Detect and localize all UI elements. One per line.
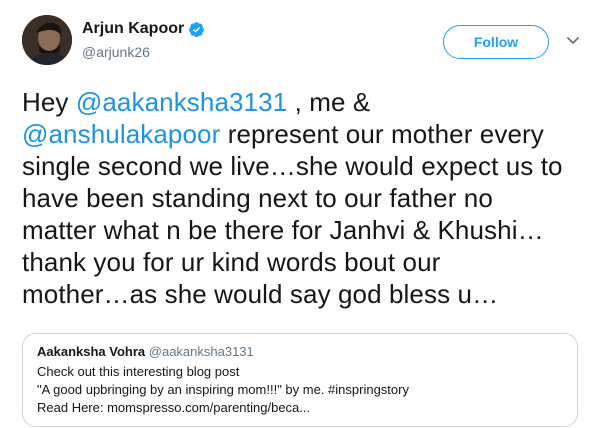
tweet-text-line: mother…as she would say god bless u… (22, 278, 582, 310)
mention-link[interactable]: @anshulakapoor (22, 119, 220, 149)
tweet-text-span: mother…as she would say god bless u… (22, 279, 499, 309)
quoted-author-handle: @aakanksha3131 (148, 344, 254, 359)
avatar[interactable] (22, 15, 72, 65)
tweet-text-line: single second we live…she would expect u… (22, 150, 582, 182)
tweet-text-span: matter what n be there for Janhvi & Khus… (22, 215, 544, 245)
quoted-tweet-line: "A good upbringing by an inspiring mom!!… (37, 382, 409, 397)
tweet-text-span: have been standing next to our father no (22, 183, 493, 213)
tweet: Arjun Kapoor @arjunk26 Follow Hey @aakan… (0, 0, 594, 428)
tweet-text-line: matter what n be there for Janhvi & Khus… (22, 214, 582, 246)
tweet-text-span: Hey (22, 87, 76, 117)
tweet-text-span: single second we live…she would expect u… (22, 151, 563, 181)
author-name[interactable]: Arjun Kapoor (82, 20, 205, 38)
tweet-text-line: @anshulakapoor represent our mother ever… (22, 118, 582, 150)
quoted-tweet-header: Aakanksha Vohra @aakanksha3131 (37, 344, 563, 360)
quoted-tweet-line: Read Here: momspresso.com/parenting/beca… (37, 400, 311, 415)
quoted-author-name: Aakanksha Vohra (37, 344, 146, 359)
tweet-text-span: represent our mother every (220, 119, 544, 149)
author-handle[interactable]: @arjunk26 (82, 44, 150, 60)
tweet-text-span: , me & (287, 87, 371, 117)
tweet-text: Hey @aakanksha3131 , me & @anshulakapoor … (22, 86, 582, 310)
tweet-text-line: thank you for ur kind words bout our (22, 246, 582, 278)
verified-badge-icon (189, 21, 205, 37)
quoted-tweet-line: Check out this interesting blog post (37, 364, 240, 379)
tweet-text-span: thank you for ur kind words bout our (22, 247, 441, 277)
quoted-tweet-card[interactable]: Aakanksha Vohra @aakanksha3131 Check out… (22, 333, 578, 427)
author-name-text: Arjun Kapoor (82, 20, 185, 37)
tweet-text-line: have been standing next to our father no (22, 182, 582, 214)
avatar-photo (22, 15, 72, 65)
chevron-down-icon[interactable] (566, 36, 580, 46)
mention-link[interactable]: @aakanksha3131 (76, 87, 287, 117)
tweet-text-line: Hey @aakanksha3131 , me & (22, 86, 582, 118)
follow-button[interactable]: Follow (443, 25, 549, 59)
